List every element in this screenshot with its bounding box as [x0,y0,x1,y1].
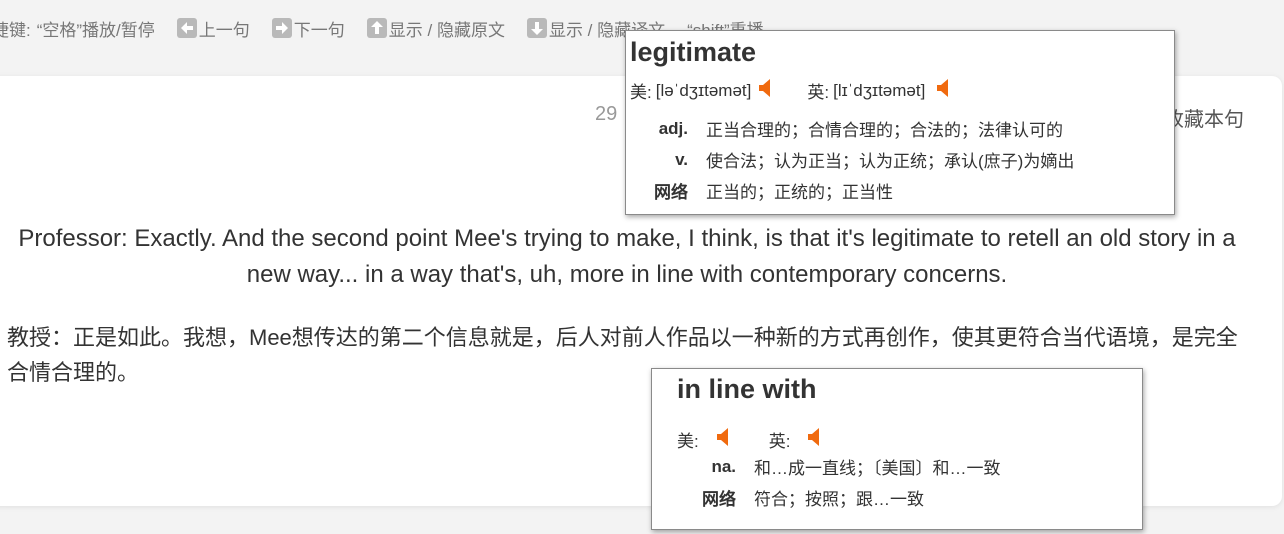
shortcut-toggle-original: 显示 / 隐藏原文 [366,16,505,41]
us-pronounce-speaker-icon[interactable] [759,79,773,102]
uk-pronounce-speaker-icon[interactable] [937,79,951,102]
definition-text: 正当的；正统的；正当性 [706,183,893,202]
popup-phrase-definitions: na. 和…成一直线；〔美国〕和…一致 网络 符合；按照；跟…一致 [652,451,1001,513]
popup-word-phonetics: 美: [ləˈdʒɪtəmət] 英: [lɪˈdʒɪtəmət] [630,78,951,103]
left-arrow-key-icon [176,18,197,38]
definition-text: 符合；按照；跟…一致 [754,490,924,509]
english-sentence[interactable]: Professor: Exactly. And the second point… [10,221,1244,293]
shortcut-space: 捷键: “空格”播放/暂停 [0,16,155,41]
definition-row: adj. 正当合理的；合情合理的；合法的；法律认可的 [626,113,1074,144]
definition-row: v. 使合法；认为正当；认为正统；承认(庶子)为嫡出 [626,144,1074,175]
definition-pos: adj. [658,118,688,138]
shortcut-next-text: 下一句 [293,20,345,40]
definition-pos: v. [675,149,688,169]
sentence-number: 29 [595,103,618,125]
favorite-button[interactable]: 收藏本句 [1164,103,1244,132]
popup-phrase-title: in line with [677,374,817,404]
shortcut-original-text: 显示 / 隐藏原文 [388,20,505,40]
us-label: 美: [630,83,652,102]
definition-row: 网络 正当的；正统的；正当性 [626,175,1074,206]
us-phonetic: [ləˈdʒɪtəmət] [655,80,752,100]
definition-text: 正当合理的；合情合理的；合法的；法律认可的 [706,121,1063,140]
definition-pos: 网络 [702,490,736,509]
up-arrow-key-icon [366,18,387,38]
right-arrow-key-icon [271,18,292,38]
uk-label: 英: [807,83,830,102]
definition-pos: na. [711,456,736,476]
uk-phonetic: [lɪˈdʒɪtəmət] [833,80,926,100]
shortcut-prev-text: 上一句 [198,20,250,40]
down-arrow-key-icon [526,18,547,38]
definition-pos: 网络 [654,183,688,202]
dictionary-popup-phrase: in line with 美: 英: na. 和…成一直线；〔美国〕和…一致 网… [651,368,1143,530]
definition-text: 使合法；认为正当；认为正统；承认(庶子)为嫡出 [706,152,1075,171]
uk-label: 英: [768,432,791,451]
popup-word-title: legitimate [630,37,757,67]
dictionary-popup-word: legitimate 美: [ləˈdʒɪtəmət] 英: [lɪˈdʒɪtə… [625,30,1175,215]
us-pronounce-speaker-icon[interactable] [716,428,731,451]
shortcut-prev: 上一句 [176,16,250,41]
definition-row: 网络 符合；按照；跟…一致 [652,482,1001,513]
popup-word-definitions: adj. 正当合理的；合情合理的；合法的；法律认可的 v. 使合法；认为正当；认… [626,113,1074,206]
uk-pronounce-speaker-icon[interactable] [808,428,822,451]
popup-phrase-phonetics: 美: 英: [677,427,822,452]
definition-text: 和…成一直线；〔美国〕和…一致 [754,459,1001,478]
shortcut-next: 下一句 [271,16,345,41]
shortcut-space-text: “空格”播放/暂停 [36,20,155,40]
definition-row: na. 和…成一直线；〔美国〕和…一致 [652,451,1001,482]
us-label: 美: [677,432,699,451]
shortcut-label: 捷键: [0,20,31,40]
